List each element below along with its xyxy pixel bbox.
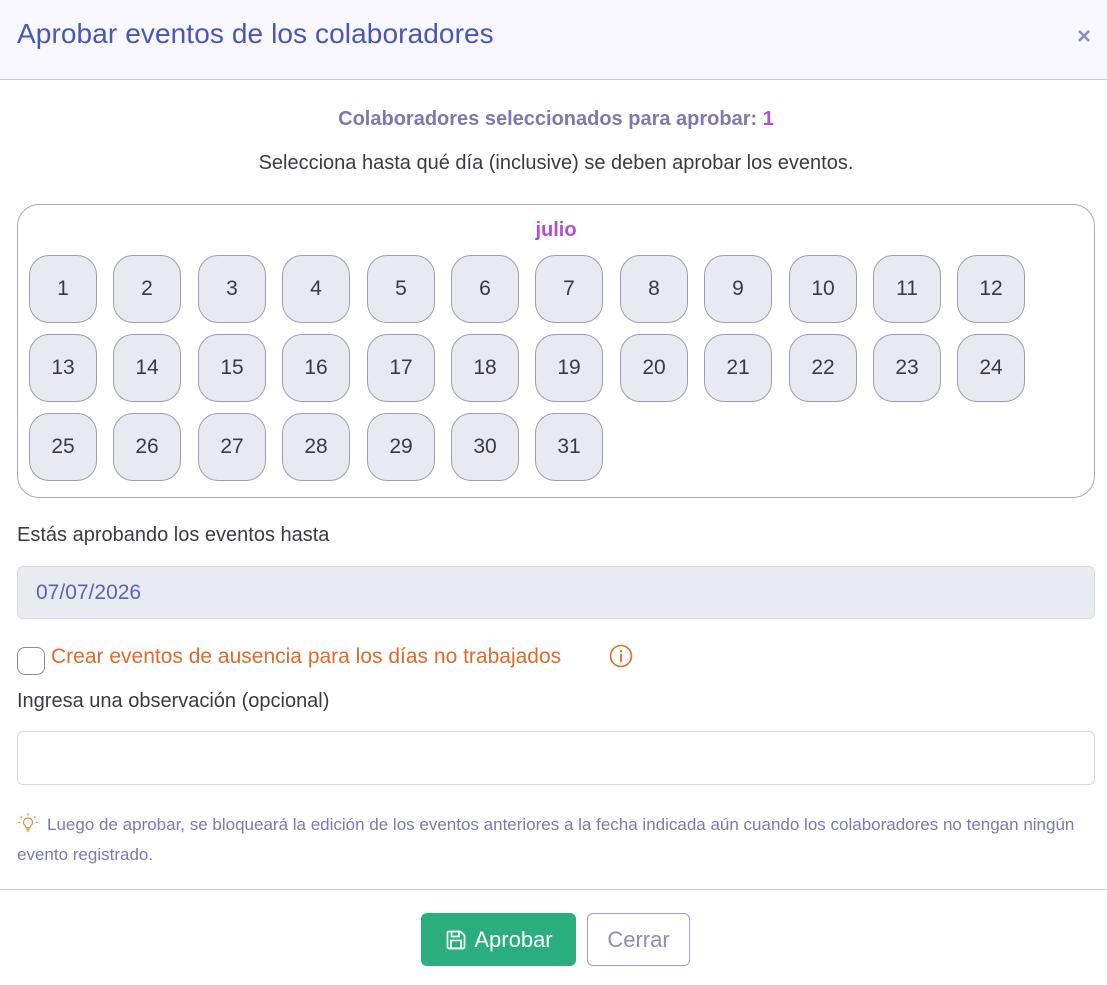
day-button-20[interactable]: 20 — [620, 334, 688, 402]
info-circle-icon[interactable] — [608, 643, 634, 669]
day-button-2[interactable]: 2 — [113, 255, 181, 323]
day-button-3[interactable]: 3 — [198, 255, 266, 323]
day-button-17[interactable]: 17 — [367, 334, 435, 402]
observation-input[interactable] — [17, 731, 1095, 785]
selected-collaborators-label: Colaboradores seleccionados para aprobar… — [338, 108, 758, 130]
approval-notice: Luego de aprobar, se bloqueará la edició… — [17, 815, 1075, 864]
day-button-22[interactable]: 22 — [789, 334, 857, 402]
modal-title: Aprobar eventos de los colaboradores — [17, 18, 494, 49]
day-button-16[interactable]: 16 — [282, 334, 350, 402]
approving-until-label: Estás aprobando los eventos hasta — [17, 524, 330, 546]
close-button-label: Cerrar — [607, 926, 670, 952]
close-button[interactable]: Cerrar — [587, 913, 690, 966]
approve-button-label: Aprobar — [474, 926, 553, 952]
day-button-4[interactable]: 4 — [282, 255, 350, 323]
approval-date-field: 07/07/2026 — [17, 566, 1095, 619]
month-label: julio — [535, 219, 577, 241]
footer-divider — [0, 889, 1107, 890]
approve-button[interactable]: Aprobar — [421, 913, 576, 966]
day-button-8[interactable]: 8 — [620, 255, 688, 323]
day-button-28[interactable]: 28 — [282, 413, 350, 481]
day-button-12[interactable]: 12 — [957, 255, 1025, 323]
day-button-11[interactable]: 11 — [873, 255, 941, 323]
instruction-text: Selecciona hasta qué día (inclusive) se … — [258, 152, 854, 174]
day-button-1[interactable]: 1 — [29, 255, 97, 323]
day-button-31[interactable]: 31 — [535, 413, 603, 481]
selected-collaborators-line: Colaboradores seleccionados para aprobar… — [0, 108, 1107, 131]
day-button-15[interactable]: 15 — [198, 334, 266, 402]
day-button-27[interactable]: 27 — [198, 413, 266, 481]
day-button-23[interactable]: 23 — [873, 334, 941, 402]
day-button-7[interactable]: 7 — [535, 255, 603, 323]
day-button-14[interactable]: 14 — [113, 334, 181, 402]
observation-label: Ingresa una observación (opcional) — [17, 690, 330, 712]
day-button-25[interactable]: 25 — [29, 413, 97, 481]
calendar: julio 1 2 3 4 5 6 7 8 9 10 11 12 13 14 15 16 17 18 19 20 21 2… — [17, 204, 1095, 498]
day-button-9[interactable]: 9 — [704, 255, 772, 323]
absence-events-checkbox[interactable] — [17, 647, 45, 675]
day-button-18[interactable]: 18 — [451, 334, 519, 402]
day-button-6[interactable]: 6 — [451, 255, 519, 323]
selected-collaborators-count: 1 — [762, 108, 774, 130]
close-icon[interactable]: × — [1075, 24, 1093, 50]
day-button-30[interactable]: 30 — [451, 413, 519, 481]
day-button-21[interactable]: 21 — [704, 334, 772, 402]
day-button-10[interactable]: 10 — [789, 255, 857, 323]
save-icon — [446, 930, 466, 949]
day-button-29[interactable]: 29 — [367, 413, 435, 481]
absence-events-label[interactable]: Crear eventos de ausencia para los días … — [51, 645, 561, 669]
day-button-19[interactable]: 19 — [535, 334, 603, 402]
day-button-26[interactable]: 26 — [113, 413, 181, 481]
day-button-5[interactable]: 5 — [367, 255, 435, 323]
day-button-24[interactable]: 24 — [957, 334, 1025, 402]
day-button-13[interactable]: 13 — [29, 334, 97, 402]
modal-header: Aprobar eventos de los colaboradores × — [0, 0, 1107, 80]
